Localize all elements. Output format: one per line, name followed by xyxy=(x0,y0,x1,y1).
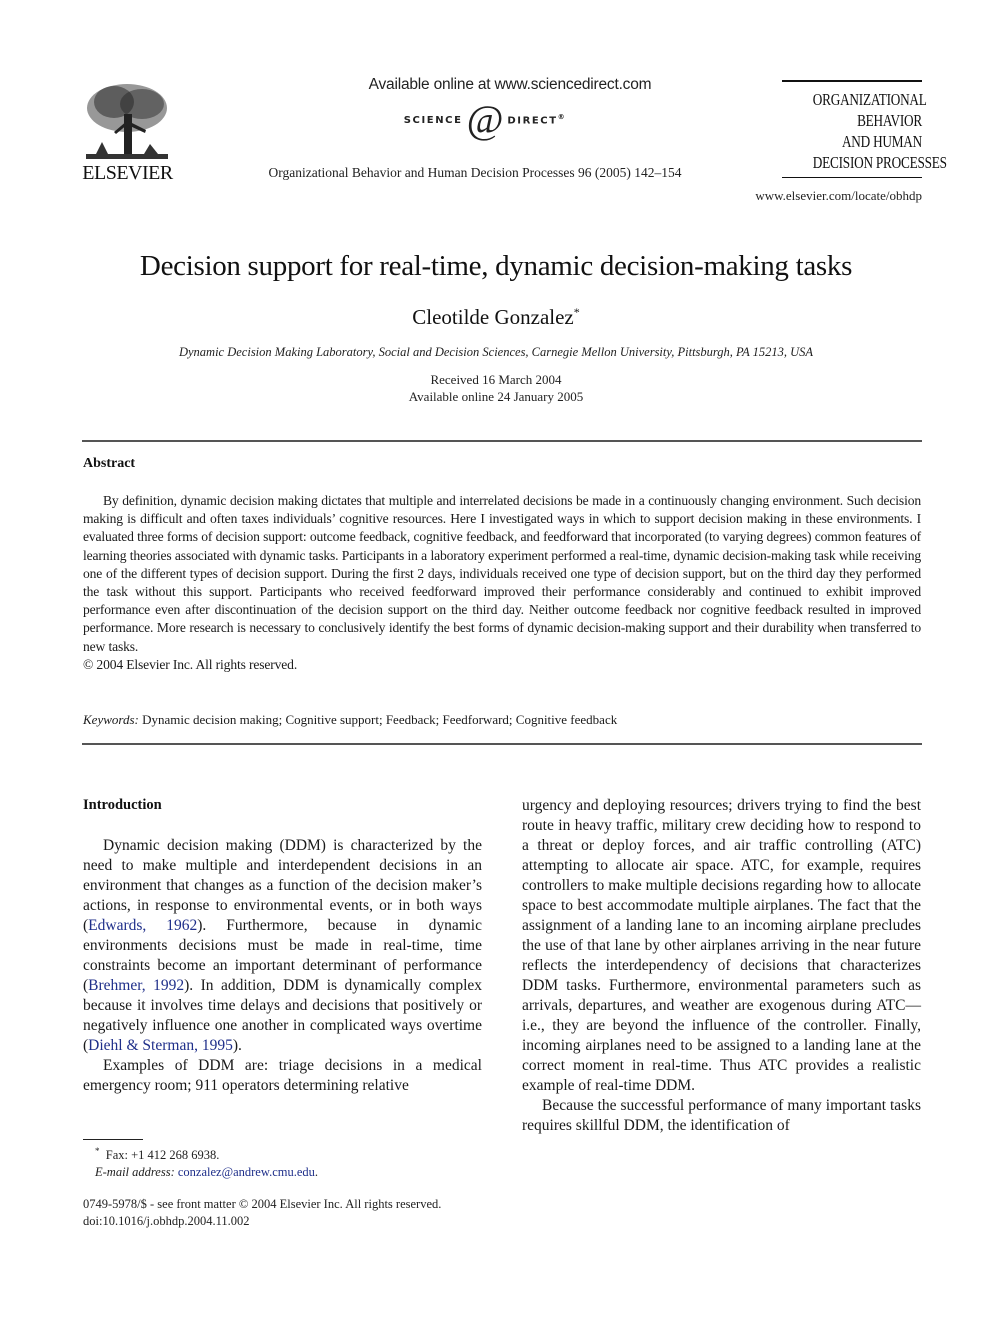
available-online-date: Available online 24 January 2005 xyxy=(408,389,584,404)
citation-link[interactable]: Diehl & Sterman, 1995 xyxy=(88,1037,233,1054)
journal-logo: ORGANIZATIONAL BEHAVIOR AND HUMAN DECISI… xyxy=(782,80,947,178)
journal-logo-line-1: ORGANIZATIONAL xyxy=(812,90,927,109)
journal-logo-line-3: AND HUMAN xyxy=(841,132,922,151)
registered-mark: ® xyxy=(557,113,567,122)
footnotes: * Fax: +1 412 268 6938. E-mail address: … xyxy=(95,1143,318,1181)
front-matter: 0749-5978/$ - see front matter © 2004 El… xyxy=(83,1196,441,1230)
citation-link[interactable]: Brehmer, 1992 xyxy=(88,977,184,994)
abstract-top-rule xyxy=(82,440,922,442)
author-footnote-mark[interactable]: * xyxy=(574,305,580,319)
body-column-right: urgency and deploying resources; drivers… xyxy=(522,796,921,1136)
elsevier-logo: ELSEVIER xyxy=(80,80,175,184)
received-date: Received 16 March 2004 xyxy=(430,372,562,387)
doi[interactable]: doi:10.1016/j.obhdp.2004.11.002 xyxy=(83,1213,441,1230)
footnote-fax: * Fax: +1 412 268 6938. xyxy=(95,1146,220,1163)
footnote-email: E-mail address: conzalez@andrew.cmu.edu. xyxy=(95,1165,319,1180)
keywords: Keywords: Dynamic decision making; Cogni… xyxy=(83,712,921,728)
email-link[interactable]: conzalez@andrew.cmu.edu xyxy=(178,1165,315,1179)
elsevier-tree-icon xyxy=(86,84,168,159)
intro-paragraph-2-start: Examples of DDM are: triage decisions in… xyxy=(83,1057,482,1094)
available-online-notice[interactable]: Available online at www.sciencedirect.co… xyxy=(320,76,700,94)
intro-paragraph-1: Dynamic decision making (DDM) is charact… xyxy=(83,837,483,1054)
abstract-copyright: © 2004 Elsevier Inc. All rights reserved… xyxy=(83,656,298,672)
sciencedirect-logo[interactable]: SCIENCE @ DIRECT® xyxy=(385,100,585,140)
author-name: Cleotilde Gonzalez* xyxy=(412,305,580,329)
intro-paragraph-3: Because the successful performance of ma… xyxy=(522,1097,921,1134)
elsevier-wordmark: ELSEVIER xyxy=(82,162,173,184)
citation-link[interactable]: Edwards, 1962 xyxy=(88,917,197,934)
keywords-label: Keywords: xyxy=(83,712,139,727)
author-affiliation: Dynamic Decision Making Laboratory, Soci… xyxy=(178,345,814,359)
journal-url-link[interactable]: www.elsevier.com/locate/obhdp xyxy=(742,188,922,204)
journal-logo-top-rule xyxy=(782,80,922,82)
abstract-body: By definition, dynamic decision making d… xyxy=(83,492,921,674)
article-dates: Received 16 March 2004 Available online … xyxy=(60,371,932,405)
abstract-heading: Abstract xyxy=(83,456,136,471)
journal-logo-bottom-rule xyxy=(782,177,922,178)
body-column-left: Dynamic decision making (DDM) is charact… xyxy=(83,836,482,1096)
intro-paragraph-2-continued: urgency and deploying resources; drivers… xyxy=(522,797,921,1094)
journal-logo-line-4: DECISION PROCESSES xyxy=(812,153,947,172)
abstract-bottom-rule xyxy=(82,743,922,745)
journal-logo-line-2: BEHAVIOR xyxy=(857,111,922,130)
keywords-list: Dynamic decision making; Cognitive suppo… xyxy=(142,712,618,727)
paper-title: Decision support for real-time, dynamic … xyxy=(139,250,853,282)
sciencedirect-right-word: DIRECT® xyxy=(507,113,567,127)
issn-line: 0749-5978/$ - see front matter © 2004 El… xyxy=(83,1197,442,1211)
introduction-heading: Introduction xyxy=(83,797,162,813)
abstract-paragraph: By definition, dynamic decision making d… xyxy=(83,493,921,654)
sciencedirect-left-word: SCIENCE xyxy=(403,114,463,126)
sciencedirect-at-icon: @ xyxy=(466,97,504,142)
journal-citation: Organizational Behavior and Human Decisi… xyxy=(268,165,682,180)
footnote-rule xyxy=(83,1139,143,1140)
